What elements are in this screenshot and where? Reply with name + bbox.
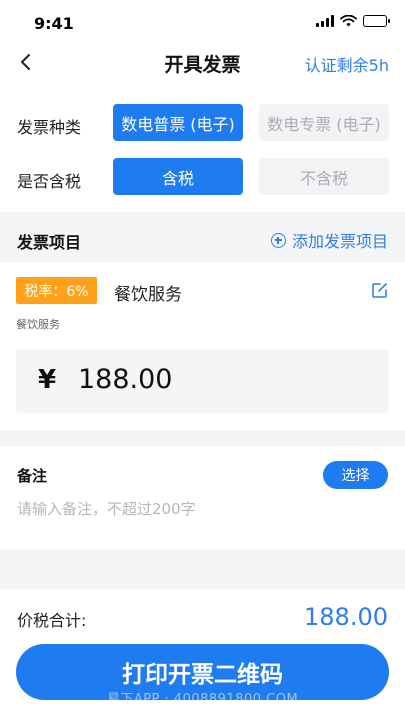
section-divider (0, 430, 405, 446)
invoice-type-option-special[interactable]: 数电专票 (电子) (259, 104, 389, 141)
cellular-signal-icon (316, 15, 334, 27)
section-divider (0, 549, 405, 589)
remark-title: 备注 (17, 467, 48, 485)
remark-select-button[interactable]: 选择 (323, 461, 388, 489)
tax-option-excluded[interactable]: 不含税 (259, 158, 389, 195)
chevron-left-icon[interactable] (14, 50, 38, 74)
edit-icon[interactable] (371, 282, 388, 299)
total-value: 188.00 (304, 603, 388, 631)
add-invoice-item-label: 添加发票项目 (291, 232, 388, 251)
item-sub-name: 餐饮服务 (16, 318, 60, 331)
status-icons (316, 15, 390, 27)
nav-bar: 开具发票 认证剩余5h (0, 46, 405, 80)
item-name: 餐饮服务 (114, 285, 182, 305)
status-time: 9:41 (34, 14, 74, 33)
invoice-type-option-general[interactable]: 数电普票 (电子) (113, 104, 243, 141)
tax-rate-badge: 税率：6% (16, 277, 97, 304)
currency-symbol: ¥ (38, 365, 57, 395)
plus-circle-icon (270, 232, 286, 248)
remark-input[interactable] (17, 500, 377, 518)
tax-included-label: 是否含税 (17, 172, 82, 191)
amount-field[interactable]: ¥ 188.00 (16, 349, 389, 413)
add-invoice-item-button[interactable]: 添加发票项目 (270, 228, 388, 252)
total-label: 价税合计: (17, 611, 87, 630)
wifi-icon (340, 15, 357, 27)
status-bar: 9:41 (0, 0, 405, 46)
invoice-type-label: 发票种类 (17, 118, 82, 137)
watermark: 易下APP · 4008891800.COM (106, 692, 299, 707)
certification-remaining-link[interactable]: 认证剩余5h (305, 52, 389, 76)
items-section-title: 发票项目 (17, 233, 82, 252)
battery-icon (363, 15, 390, 27)
tax-option-included[interactable]: 含税 (113, 158, 243, 195)
amount-value: 188.00 (78, 364, 173, 395)
